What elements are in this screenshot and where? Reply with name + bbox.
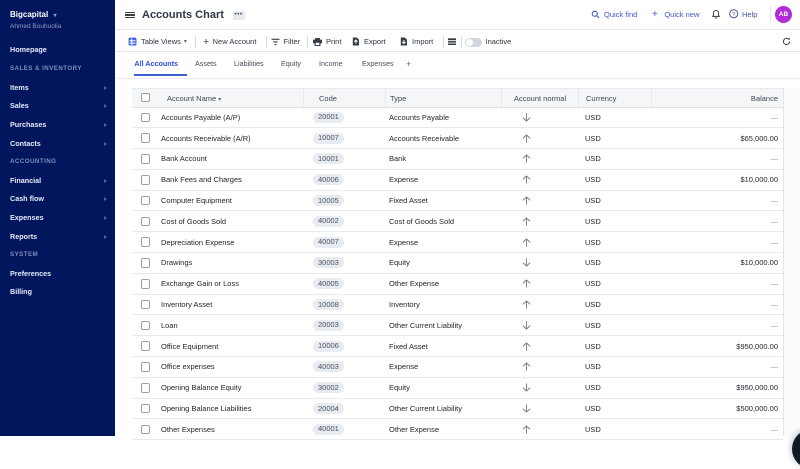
svg-text:?: ? [732,12,735,18]
